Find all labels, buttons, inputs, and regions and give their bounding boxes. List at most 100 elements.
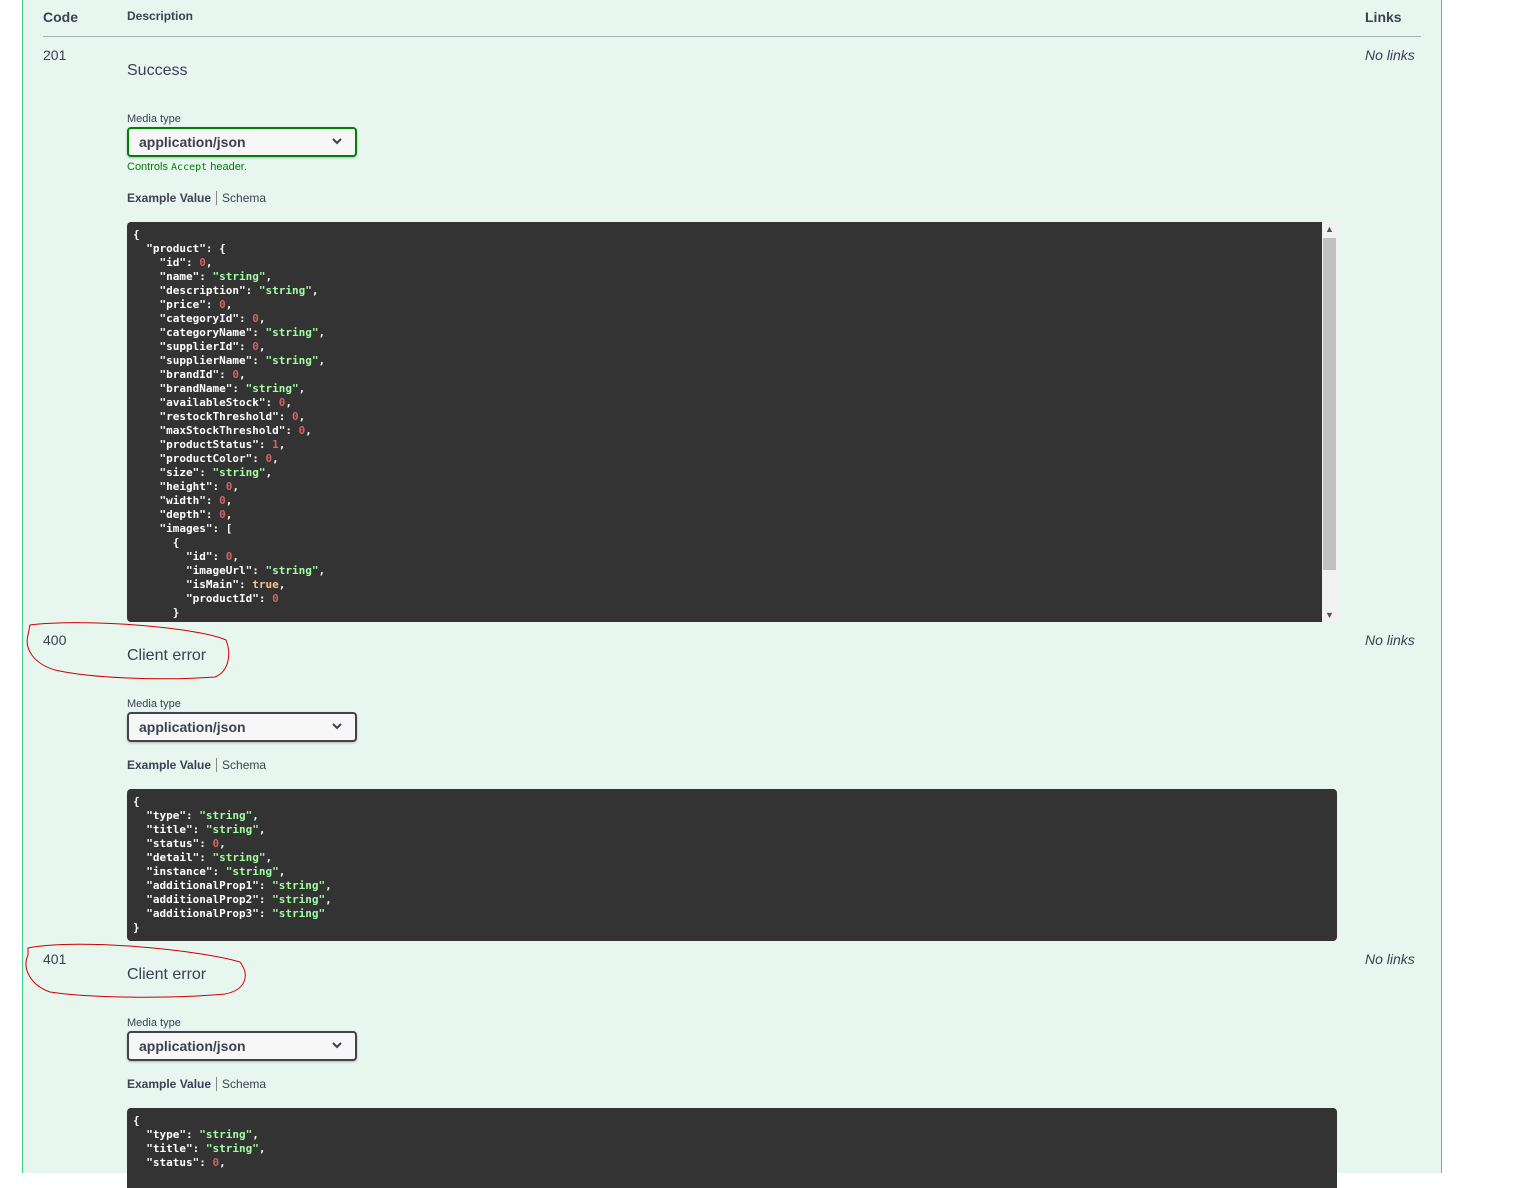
example-code-201[interactable]: { "product": { "id": 0, "name": "string"… bbox=[127, 222, 1322, 622]
json-token: : bbox=[252, 452, 266, 465]
json-token: , bbox=[278, 578, 286, 591]
media-type-value: application/json bbox=[139, 1038, 246, 1054]
example-json-400: { "type": "string", "title": "string", "… bbox=[127, 789, 1337, 941]
tab-schema[interactable]: Schema bbox=[222, 758, 266, 772]
json-token: , bbox=[272, 452, 279, 465]
json-token: : bbox=[199, 837, 213, 850]
json-token: , bbox=[325, 879, 332, 892]
example-tabs-401: Example Value Schema bbox=[127, 1077, 266, 1091]
tab-schema[interactable]: Schema bbox=[222, 1077, 266, 1091]
json-token: "string" bbox=[199, 809, 253, 822]
json-token: : bbox=[258, 879, 273, 892]
example-json-401: { "type": "string", "title": "string", "… bbox=[127, 1108, 1337, 1176]
json-token: , bbox=[298, 382, 306, 395]
json-token: "string" bbox=[265, 326, 319, 339]
code-scrollbar[interactable]: ▲ ▼ bbox=[1322, 222, 1337, 622]
json-token: : bbox=[186, 256, 200, 269]
json-token: "string" bbox=[212, 851, 266, 864]
media-type-select-401[interactable]: application/json bbox=[127, 1031, 357, 1061]
json-token: , bbox=[258, 823, 266, 836]
controls-suffix: header. bbox=[210, 161, 247, 173]
json-token: { bbox=[133, 1114, 140, 1127]
json-token: "height" bbox=[159, 480, 213, 493]
json-token: : [ bbox=[212, 522, 233, 535]
media-type-label: Media type bbox=[127, 698, 181, 710]
example-code-401[interactable]: { "type": "string", "title": "string", "… bbox=[127, 1108, 1337, 1188]
chevron-down-icon bbox=[332, 138, 342, 145]
json-token: "additionalProp2" bbox=[146, 893, 259, 906]
json-token: : bbox=[192, 1142, 206, 1155]
controls-code: Accept bbox=[171, 162, 208, 173]
media-type-select-400[interactable]: application/json bbox=[127, 712, 357, 742]
chevron-down-icon bbox=[332, 723, 342, 730]
json-token: : bbox=[232, 382, 246, 395]
json-token: "string" bbox=[265, 354, 319, 367]
json-token: "availableStock" bbox=[159, 396, 266, 409]
json-token: : bbox=[192, 823, 206, 836]
json-token: : bbox=[238, 340, 253, 353]
example-tabs-400: Example Value Schema bbox=[127, 758, 266, 772]
json-token: , bbox=[298, 410, 306, 423]
scrollbar-thumb[interactable] bbox=[1323, 238, 1336, 570]
json-token: , bbox=[325, 893, 332, 906]
json-token: "maxStockThreshold" bbox=[159, 424, 286, 437]
json-token: "id" bbox=[185, 550, 213, 563]
json-token: "imageUrl" bbox=[185, 564, 253, 577]
json-token: 0 bbox=[252, 312, 259, 325]
json-token: , bbox=[238, 368, 246, 381]
json-token: "restockThreshold" bbox=[159, 410, 279, 423]
json-token: 1 bbox=[272, 438, 279, 451]
json-token: : bbox=[205, 508, 220, 521]
json-token: "string" bbox=[225, 865, 279, 878]
json-token: : bbox=[186, 809, 200, 822]
scroll-up-icon[interactable]: ▲ bbox=[1322, 222, 1337, 236]
tab-example-value[interactable]: Example Value bbox=[127, 191, 218, 205]
json-token: 0 bbox=[199, 256, 206, 269]
json-token: , bbox=[285, 396, 292, 409]
media-type-select-201[interactable]: application/json bbox=[127, 127, 357, 157]
json-token: 0 bbox=[219, 298, 226, 311]
json-token: true bbox=[252, 578, 279, 591]
json-token: "type" bbox=[146, 809, 186, 822]
json-token: , bbox=[258, 340, 266, 353]
header-links: Links bbox=[1365, 9, 1402, 25]
tab-example-value[interactable]: Example Value bbox=[127, 1077, 218, 1091]
json-token: : bbox=[205, 494, 220, 507]
json-token: "images" bbox=[159, 522, 213, 535]
json-token: "string" bbox=[205, 823, 259, 836]
example-code-400[interactable]: { "type": "string", "title": "string", "… bbox=[127, 789, 1337, 941]
response-description-401: Client error bbox=[127, 966, 207, 983]
response-code-400: 400 bbox=[43, 632, 67, 648]
json-token: : bbox=[285, 424, 299, 437]
json-token: "additionalProp1" bbox=[146, 879, 259, 892]
json-token: : bbox=[212, 865, 226, 878]
json-token: , bbox=[252, 809, 259, 822]
json-token: : bbox=[219, 368, 233, 381]
json-token: , bbox=[311, 284, 319, 297]
json-token: "status" bbox=[146, 837, 200, 850]
json-token: { bbox=[133, 536, 180, 549]
json-token: "price" bbox=[159, 298, 206, 311]
controls-prefix: Controls bbox=[127, 161, 168, 173]
scroll-down-icon[interactable]: ▼ bbox=[1322, 608, 1337, 622]
json-token: , bbox=[318, 564, 326, 577]
controls-accept-note: Controls Accept header. bbox=[127, 161, 247, 173]
tab-schema[interactable]: Schema bbox=[222, 191, 266, 205]
json-token: "brandId" bbox=[159, 368, 220, 381]
json-token: 0 bbox=[252, 340, 259, 353]
response-links-400: No links bbox=[1365, 632, 1415, 648]
json-token: "isMain" bbox=[185, 578, 239, 591]
tab-example-value[interactable]: Example Value bbox=[127, 758, 218, 772]
